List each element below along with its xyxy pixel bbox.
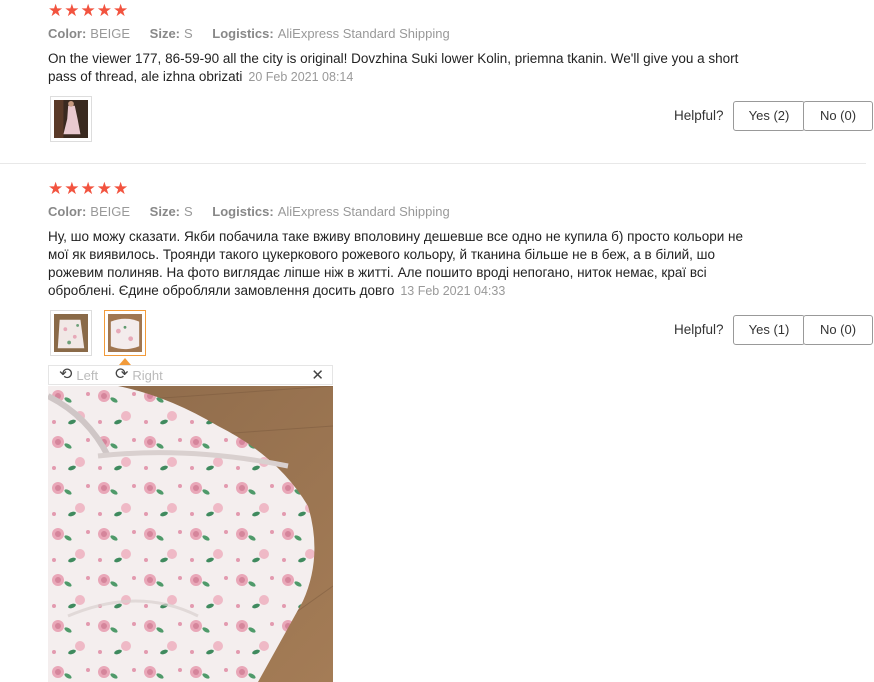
star-icon: ★ [64,1,80,20]
logistics-label: Logistics: [212,26,274,41]
rotate-left-label: Left [76,367,99,383]
review-text-line: On the viewer 177, 86-59-90 all the city… [48,51,739,66]
star-icon: ★ [113,1,129,20]
size-label: Size: [149,204,180,219]
review-meta: Color: BEIGE Size: S Logistics: AliExpress … [48,26,466,41]
star-icon: ★ [64,179,80,198]
review-divider [0,163,866,164]
logistics-value: AliExpress Standard Shipping [277,204,450,219]
star-icon: ★ [96,179,112,198]
size-label: Size: [149,26,180,41]
dress-photo-icon [54,314,88,352]
helpful-label: Helpful? [674,108,724,123]
rotate-left-icon: ⟲ [59,366,73,383]
star-icon: ★ [80,1,96,20]
image-viewer-toolbar: ⟲ Left ⟳ Right ✕ [48,365,333,385]
star-icon: ★ [80,179,96,198]
color-label: Color: [48,26,87,41]
review-text-line: рожевим полиняв. На фото виглядає ліпше … [48,265,707,280]
color-value: BEIGE [90,26,131,41]
star-icon: ★ [48,1,64,20]
review-date: 20 Feb 2021 08:14 [248,70,354,84]
review-photo-thumb-active[interactable] [104,310,146,356]
rotate-right-button[interactable]: ⟳ Right [115,367,163,383]
size-value: S [184,26,193,41]
helpful-yes-button[interactable]: Yes (2) [733,101,805,131]
rotate-right-label: Right [132,367,163,383]
helpful-no-button[interactable]: No (0) [803,101,873,131]
review-text-line: pass of thread, ale izhna obrizati 20 Feb… [48,69,354,84]
dress-photo-icon [54,100,88,138]
dress-fabric-photo [48,386,333,682]
review-text: Ну, шо можу сказати. Якби побачила таке … [48,228,748,300]
color-label: Color: [48,204,87,219]
logistics-value: AliExpress Standard Shipping [277,26,450,41]
star-icon: ★ [113,179,129,198]
rotate-right-icon: ⟳ [115,366,129,383]
helpful-yes-button[interactable]: Yes (1) [733,315,805,345]
helpful-label: Helpful? [674,322,724,337]
review-text-line: Ну, шо можу сказати. Якби побачила таке … [48,229,743,244]
rotate-left-button[interactable]: ⟲ Left [59,367,98,383]
rating-stars: ★ ★ ★ ★ ★ [48,180,128,197]
review-meta: Color: BEIGE Size: S Logistics: AliExpress … [48,204,466,219]
review-text: On the viewer 177, 86-59-90 all the city… [48,50,748,86]
review-photo-thumb[interactable] [50,310,92,356]
review-photo-thumb[interactable] [50,96,92,142]
color-value: BEIGE [90,204,131,219]
review-date: 13 Feb 2021 04:33 [400,284,506,298]
viewer-pointer [119,358,131,365]
enlarged-review-photo [48,386,333,682]
rating-stars: ★ ★ ★ ★ ★ [48,2,128,19]
helpful-no-button[interactable]: No (0) [803,315,873,345]
star-icon: ★ [48,179,64,198]
star-icon: ★ [96,1,112,20]
review-text-line: мої як виявилось. Троянди такого цукерко… [48,247,715,262]
dress-photo-icon [108,314,142,352]
close-icon[interactable]: ✕ [311,366,324,384]
review-text-line: оброблені. Єдине обробляли замовлення до… [48,283,506,298]
size-value: S [184,204,193,219]
logistics-label: Logistics: [212,204,274,219]
